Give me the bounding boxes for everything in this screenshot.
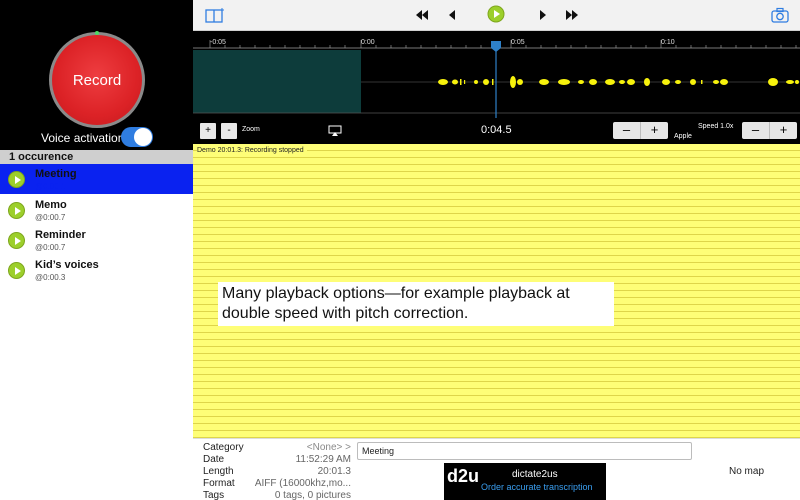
caption-line: Many playback options—for example playba… [222,285,570,302]
recording-time: @0:00.7 [35,243,66,252]
playback-time: 0:04.5 [481,124,512,136]
meta-key: Category [203,442,244,453]
voice-source-label: Apple [674,133,692,140]
date-row: Date 11:52:29 AM [203,454,351,466]
recording-name: Kid’s voices [35,259,99,271]
length-row: Length 20:01.3 [203,466,351,478]
decrement-button[interactable]: – [742,122,770,139]
meta-value: 11:52:29 AM [295,454,351,465]
waveform [193,40,800,118]
speed-label: Speed 1.0x [698,123,734,130]
skip-to-start-icon[interactable] [415,8,429,22]
speed-stepper[interactable]: – + [742,122,797,139]
tick-label: 0:05 [511,39,525,46]
toggle-knob [134,128,152,146]
d2u-logo: d2u [447,466,480,486]
tags-row[interactable]: Tags 0 tags, 0 pictures [203,490,351,500]
recording-time: @0:00.7 [35,213,66,222]
dictate2us-banner[interactable]: d2u dictate2us Order accurate transcript… [444,463,606,500]
voice-activation-label: Voice activation [41,131,125,145]
list-item-memo[interactable]: Memo @0:00.7 [0,195,193,225]
waveform-timeline[interactable]: -0:05 0:00 0:05 0:10 [193,31,800,118]
occurrence-header: 1 occurence [0,150,193,164]
meta-value: 0 tags, 0 pictures [274,490,351,500]
caption-overlay: Many playback options—for example playba… [218,282,614,326]
voice-activation-toggle[interactable] [121,127,153,147]
playback-controls-row: + - Zoom 0:04.5 – + Apple Speed 1.0x – + [193,118,800,144]
recording-time: @0:00.1 [35,182,66,191]
record-level-indicator [95,31,99,35]
tick-label: -0:05 [210,39,226,46]
meta-key: Tags [203,490,225,500]
decrement-button[interactable]: – [613,122,641,139]
format-row: Format AIFF (16000khz,mo... [203,478,351,490]
split-view-icon[interactable] [205,7,225,23]
meta-value: AIFF (16000khz,mo... [254,478,351,489]
skip-to-end-icon[interactable] [565,8,579,22]
play-icon[interactable] [487,5,505,23]
meta-key: Format [203,478,235,489]
play-icon[interactable] [8,262,25,279]
banner-subtitle: Order accurate transcription [481,482,593,492]
banner-title: dictate2us [512,469,558,480]
tick-label: 0:00 [361,39,375,46]
list-item-kids-voices[interactable]: Kid’s voices @0:00.3 [0,255,193,285]
list-item-meeting[interactable]: Meeting @0:00.1 [0,164,193,194]
title-field[interactable]: Meeting [357,442,692,460]
recording-info-panel: Category <None> > Date 11:52:29 AM Lengt… [193,438,800,500]
meta-key: Length [203,466,234,477]
app-window: Record Voice activation 1 occurence Meet… [0,0,800,500]
increment-button[interactable]: + [641,122,668,139]
recording-name: Reminder [35,229,86,241]
recording-name: Meeting [35,168,77,180]
meta-value: 20:01.3 [317,466,351,477]
play-icon[interactable] [8,202,25,219]
step-back-icon[interactable] [447,8,457,22]
meta-key: Date [203,454,225,465]
increment-button[interactable]: + [770,122,797,139]
zoom-label: Zoom [242,126,260,133]
zoom-out-button[interactable]: - [221,123,237,139]
caption-line: double speed with pitch correction. [222,305,469,322]
recording-time: @0:00.3 [35,273,66,282]
recording-status: Demo 20:01.3: Recording stopped [197,147,307,154]
notes-area[interactable]: Demo 20:01.3: Recording stopped Many pla… [193,144,800,438]
record-area: Record Voice activation [0,0,193,150]
step-forward-icon[interactable] [538,8,548,22]
transport-toolbar [193,0,800,31]
airplay-icon[interactable] [328,125,342,137]
recordings-sidebar: Record Voice activation 1 occurence Meet… [0,0,193,500]
zoom-in-button[interactable]: + [200,123,216,139]
play-icon[interactable] [8,171,25,188]
record-button[interactable]: Record [52,35,142,125]
recording-name: Memo [35,199,67,211]
tick-label: 0:10 [661,39,675,46]
camera-icon[interactable] [771,7,789,23]
play-icon[interactable] [8,232,25,249]
category-row[interactable]: Category <None> > [203,442,351,454]
map-placeholder: No map [729,466,765,477]
pitch-stepper[interactable]: – + [613,122,668,139]
list-item-reminder[interactable]: Reminder @0:00.7 [0,225,193,255]
meta-value: <None> > [306,442,351,453]
